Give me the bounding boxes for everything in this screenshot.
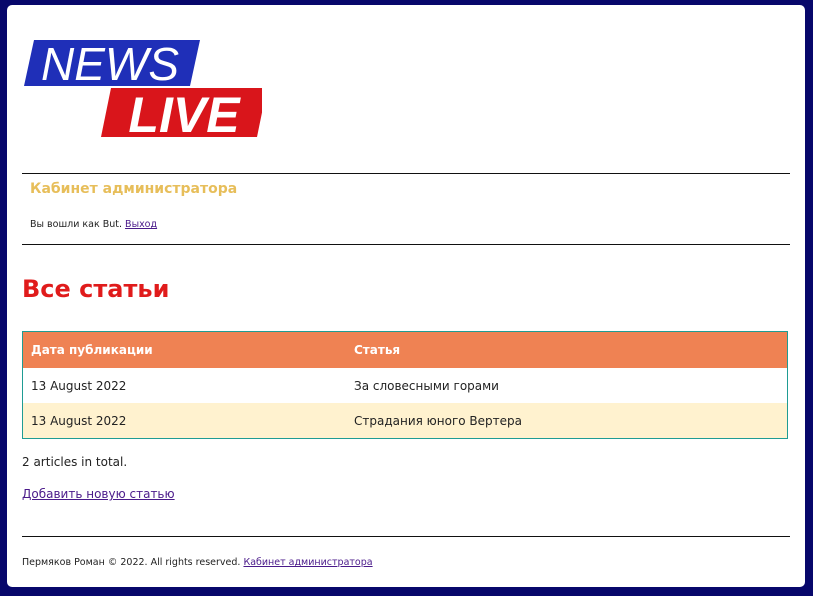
footer-divider bbox=[22, 536, 790, 537]
logo-news-text: NEWS bbox=[41, 40, 179, 90]
footer: Пермяков Роман © 2022. All rights reserv… bbox=[22, 557, 373, 568]
copyright-text: Пермяков Роман © 2022. All rights reserv… bbox=[22, 557, 241, 568]
add-article-link[interactable]: Добавить новую статью bbox=[22, 487, 175, 501]
admin-divider bbox=[22, 244, 790, 245]
article-date: 13 August 2022 bbox=[22, 403, 346, 439]
table-header-row: Дата публикации Статья bbox=[22, 331, 788, 368]
column-header-article: Статья bbox=[346, 331, 788, 368]
news-live-logo[interactable]: NEWS LIVE bbox=[24, 40, 262, 140]
page-title: Все статьи bbox=[22, 275, 170, 303]
logo-live-text: LIVE bbox=[128, 87, 241, 140]
table-row: 13 August 2022 Страдания юного Вертера bbox=[22, 403, 788, 439]
logged-in-text: Вы вошли как But. bbox=[30, 219, 123, 230]
article-title[interactable]: Страдания юного Вертера bbox=[346, 403, 788, 439]
article-date: 13 August 2022 bbox=[31, 378, 127, 393]
article-title[interactable]: За словесными горами bbox=[346, 368, 788, 403]
login-status: Вы вошли как But. Выход bbox=[30, 219, 157, 230]
articles-count: 2 articles in total. bbox=[22, 455, 128, 469]
logout-link[interactable]: Выход bbox=[125, 219, 157, 230]
admin-title: Кабинет администратора bbox=[30, 181, 238, 197]
header-divider bbox=[22, 173, 790, 174]
page-card: NEWS LIVE Кабинет администратора Вы вошл… bbox=[7, 5, 805, 587]
footer-admin-link[interactable]: Кабинет администратора bbox=[243, 557, 372, 568]
articles-table: Дата публикации Статья 13 August 2022 За… bbox=[22, 331, 788, 439]
column-header-date: Дата публикации bbox=[22, 331, 346, 368]
table-row: 13 August 2022 За словесными горами bbox=[23, 368, 788, 403]
